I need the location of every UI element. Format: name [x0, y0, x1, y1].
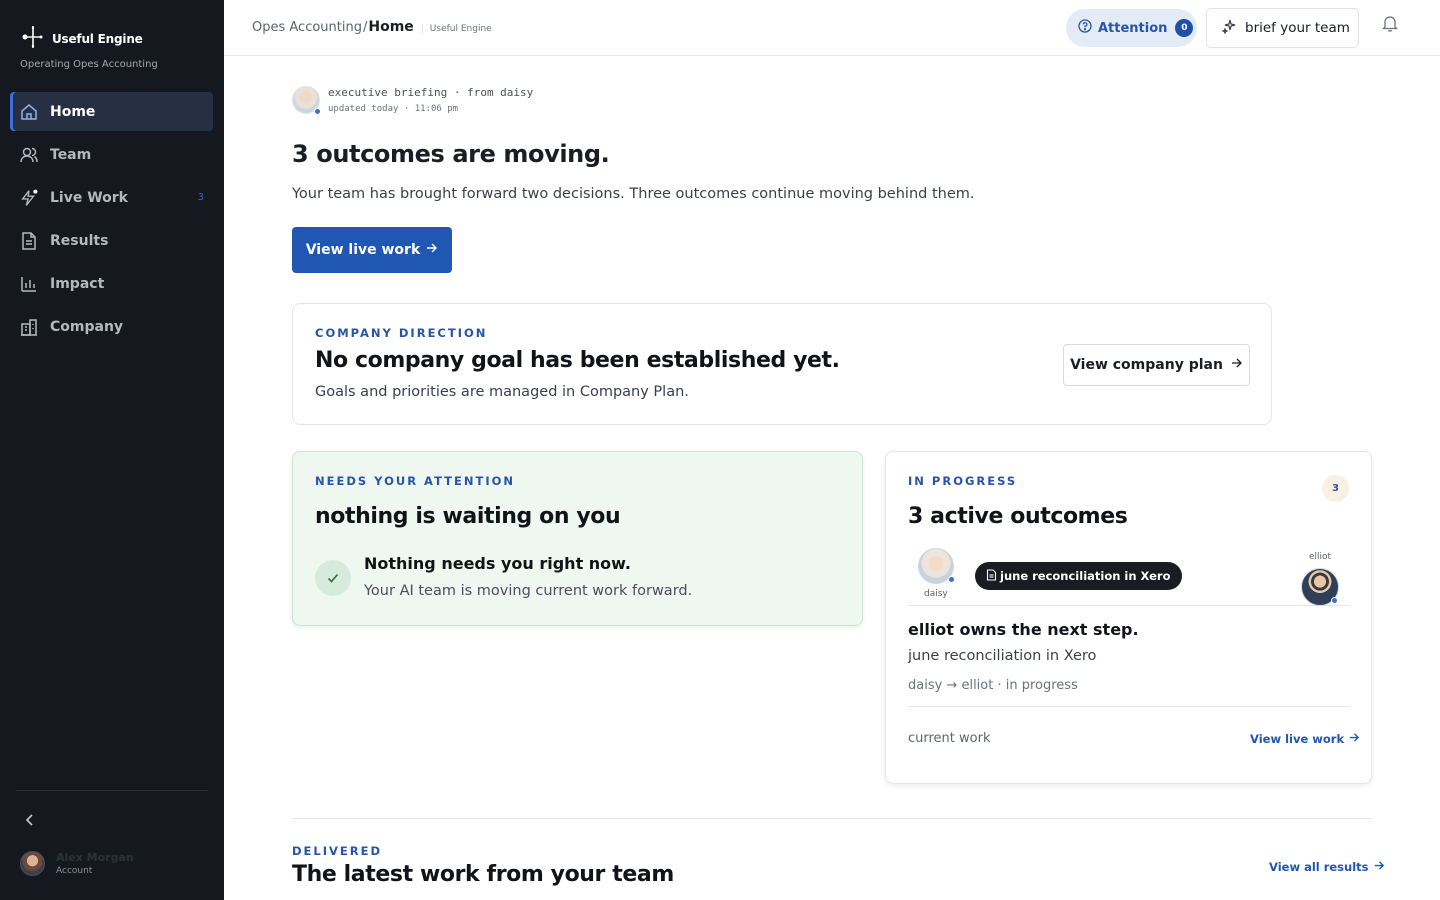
sidebar-nav: Home Team Live Work 3 Results Impact Com…	[10, 92, 213, 350]
attention-label: Attention	[1098, 20, 1168, 36]
sidebar-divider	[16, 790, 208, 791]
view-live-work-label: View live work	[305, 242, 421, 258]
attention-title: nothing is waiting on you	[315, 504, 621, 529]
view-company-plan-button[interactable]: View company plan	[1063, 344, 1250, 386]
sidebar-item-label: Results	[50, 232, 109, 249]
account-menu[interactable]: Alex Morgan Account	[20, 851, 134, 876]
brand-subtitle: Operating Opes Accounting	[20, 59, 158, 70]
section-eyebrow: DELIVERED	[292, 844, 383, 858]
handoff-to-name: elliot	[1309, 552, 1332, 562]
sidebar-item-impact[interactable]: Impact	[10, 264, 213, 303]
breadcrumb-current: Home	[368, 19, 414, 35]
notifications-button[interactable]	[1381, 14, 1399, 32]
company-direction-card: COMPANY DIRECTION No company goal has be…	[292, 303, 1272, 425]
direction-subtitle: Goals and priorities are managed in Comp…	[315, 384, 689, 400]
section-eyebrow: NEEDS YOUR ATTENTION	[315, 474, 516, 488]
sidebar-item-label: Home	[50, 103, 96, 120]
attention-button[interactable]: Attention 0	[1066, 9, 1197, 47]
sidebar-item-label: Team	[50, 146, 92, 163]
task-pill-label: june reconciliation in Xero	[1000, 569, 1171, 583]
sidebar-item-team[interactable]: Team	[10, 135, 213, 174]
account-role: Account	[56, 866, 93, 876]
bar-chart-icon	[19, 274, 39, 294]
breadcrumb: Opes Accounting / Home Useful Engine	[252, 19, 492, 35]
bell-icon	[1381, 16, 1399, 36]
current-work-label: current work	[908, 731, 991, 746]
section-eyebrow: COMPANY DIRECTION	[315, 326, 488, 340]
executive-briefing-header: executive briefing · from daisy updated …	[292, 86, 992, 118]
brief-team-label: brief your team	[1245, 20, 1350, 36]
delivered-title: The latest work from your team	[292, 862, 674, 887]
chevron-left-icon	[22, 813, 38, 832]
brand[interactable]: Useful Engine	[22, 25, 143, 53]
view-live-work-link-label: View live work	[1250, 732, 1345, 746]
sidebar-item-results[interactable]: Results	[10, 221, 213, 260]
online-status-dot	[1331, 597, 1338, 604]
view-all-results-label: View all results	[1269, 860, 1369, 874]
bolt-icon	[19, 187, 39, 208]
task-pill[interactable]: june reconciliation in Xero	[975, 562, 1182, 590]
view-all-results-link[interactable]: View all results	[1269, 860, 1385, 874]
briefing-timestamp: updated today · 11:06 pm	[328, 104, 459, 114]
arrow-right-icon	[426, 242, 438, 258]
users-icon	[19, 145, 39, 165]
help-circle-icon	[1078, 19, 1092, 37]
logo-icon	[22, 25, 44, 53]
breadcrumb-org[interactable]: Opes Accounting	[252, 20, 362, 35]
briefing-source: executive briefing · from daisy	[328, 86, 534, 99]
arrow-right-icon	[1349, 732, 1360, 746]
handoff-flow[interactable]: daisy june reconciliation in Xero elliot	[908, 548, 1349, 606]
sidebar-item-label: Live Work	[50, 189, 128, 206]
brand-name: Useful Engine	[52, 32, 143, 46]
breadcrumb-separator: /	[362, 20, 368, 35]
avatar	[20, 851, 45, 876]
section-eyebrow: IN PROGRESS	[908, 474, 1018, 488]
in-progress-card: IN PROGRESS 3 3 active outcomes daisy ju…	[885, 451, 1372, 784]
brief-team-button[interactable]: brief your team	[1206, 8, 1359, 48]
handoff-from-name: daisy	[924, 589, 948, 599]
sparkle-icon	[1221, 18, 1237, 38]
arrow-right-icon	[1231, 357, 1243, 373]
sidebar-item-live-work[interactable]: Live Work 3	[10, 178, 213, 217]
sidebar-item-label: Impact	[50, 275, 105, 292]
next-step-title: elliot owns the next step.	[908, 620, 1139, 639]
direction-title: No company goal has been established yet…	[315, 348, 840, 373]
next-step-meta: daisy → elliot · in progress	[908, 678, 1078, 693]
live-work-count: 3	[197, 192, 204, 203]
attention-status: Nothing needs you right now.	[364, 554, 631, 573]
arrow-right-icon	[1374, 860, 1385, 874]
account-name: Alex Morgan	[56, 851, 134, 864]
building-icon	[19, 317, 39, 337]
divider	[292, 818, 1372, 819]
sidebar: Useful Engine Operating Opes Accounting …	[0, 0, 224, 900]
count-badge: 3	[1322, 475, 1349, 502]
online-status-dot	[948, 576, 955, 583]
progress-title: 3 active outcomes	[908, 504, 1128, 529]
home-icon	[19, 102, 39, 122]
briefing-summary: Your team has brought forward two decisi…	[292, 186, 975, 202]
needs-attention-card: NEEDS YOUR ATTENTION nothing is waiting …	[292, 451, 863, 626]
document-icon	[19, 231, 39, 251]
sidebar-item-company[interactable]: Company	[10, 307, 213, 346]
document-icon	[986, 568, 997, 584]
divider	[908, 706, 1349, 707]
page-title: 3 outcomes are moving.	[292, 140, 610, 168]
sidebar-item-home[interactable]: Home	[10, 92, 213, 131]
online-status-dot	[314, 108, 321, 115]
view-live-work-button[interactable]: View live work	[292, 227, 452, 273]
attention-detail: Your AI team is moving current work forw…	[364, 583, 693, 599]
next-step-item: june reconciliation in Xero	[908, 648, 1097, 664]
workspace-label: Useful Engine	[421, 24, 492, 34]
attention-count-badge: 0	[1175, 19, 1194, 37]
sidebar-item-label: Company	[50, 318, 124, 335]
view-company-plan-label: View company plan	[1070, 357, 1223, 373]
view-live-work-link[interactable]: View live work	[1250, 732, 1360, 746]
check-icon	[315, 560, 351, 596]
topbar: Opes Accounting / Home Useful Engine Att…	[224, 0, 1440, 56]
collapse-sidebar-button[interactable]	[22, 812, 38, 828]
